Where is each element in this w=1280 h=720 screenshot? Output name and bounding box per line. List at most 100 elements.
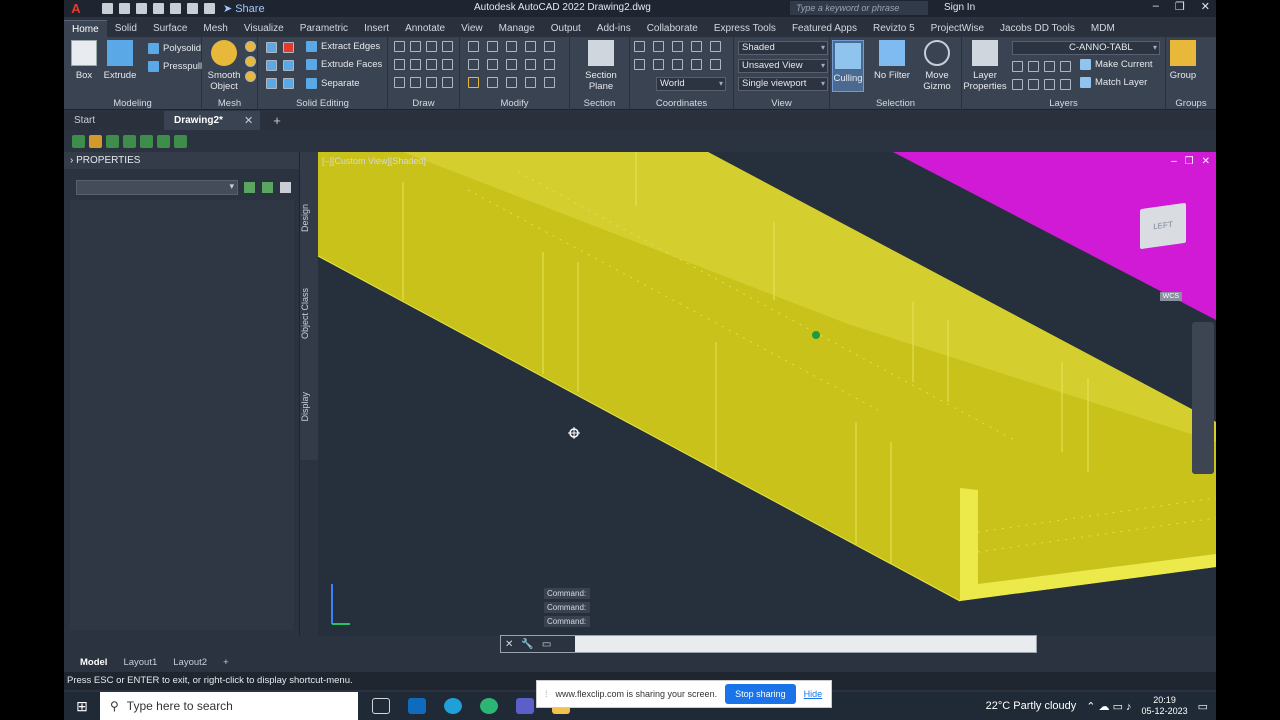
drawing-viewport[interactable]: [–][Custom View][Shaded] – ❐ ✕ LEFT WCS xyxy=(318,152,1216,636)
tab-layout2[interactable]: Layout2 xyxy=(173,657,207,668)
visual-style-combo[interactable]: Shaded xyxy=(738,41,828,55)
layer-tool-icon[interactable] xyxy=(1028,61,1039,72)
sign-in-button[interactable]: Sign In xyxy=(944,2,975,13)
redo-icon[interactable] xyxy=(204,3,215,14)
rotate-icon[interactable] xyxy=(487,41,498,52)
panel-title-layers[interactable]: Layers xyxy=(962,98,1165,109)
group-button[interactable]: Group xyxy=(1168,40,1198,81)
add-layout-icon[interactable]: + xyxy=(223,657,229,668)
tab-visualize[interactable]: Visualize xyxy=(236,20,292,37)
erase-icon[interactable] xyxy=(506,77,517,88)
intersect-icon[interactable] xyxy=(266,60,277,71)
mesh-tool-icon[interactable] xyxy=(245,56,256,67)
weather-widget[interactable]: 22°C Partly cloudy xyxy=(986,700,1077,712)
ucs-icon[interactable] xyxy=(691,59,702,70)
tab-mdm[interactable]: MDM xyxy=(1083,20,1123,37)
panel-title-modeling[interactable]: Modeling xyxy=(64,98,201,109)
make-current-button[interactable]: Make Current xyxy=(1080,59,1153,70)
box-button[interactable]: Box xyxy=(64,40,104,81)
panel-title-selection[interactable]: Selection xyxy=(830,98,961,109)
viewcube[interactable]: LEFT xyxy=(1140,202,1186,250)
ucs-icon[interactable] xyxy=(634,59,645,70)
tab-home[interactable]: Home xyxy=(64,20,107,37)
culling-button[interactable]: Culling xyxy=(832,40,864,92)
tab-projectwise[interactable]: ProjectWise xyxy=(923,20,992,37)
tab-express-tools[interactable]: Express Tools xyxy=(706,20,784,37)
ucs-icon[interactable] xyxy=(672,59,683,70)
new-tab-icon[interactable]: + xyxy=(273,113,281,128)
restore-icon[interactable]: ❐ xyxy=(1175,0,1185,13)
move-gizmo-button[interactable]: Move Gizmo xyxy=(916,40,958,92)
ray-icon[interactable] xyxy=(410,59,421,70)
circle-icon[interactable] xyxy=(426,41,437,52)
layer-properties-button[interactable]: Layer Properties xyxy=(962,40,1008,92)
ucs-icon[interactable] xyxy=(653,59,664,70)
close-cmd-icon[interactable]: ✕ xyxy=(505,639,513,650)
panel-title-coordinates[interactable]: Coordinates xyxy=(630,98,733,109)
separate-button[interactable]: Separate xyxy=(306,78,360,89)
mesh-tool-icon[interactable] xyxy=(245,41,256,52)
saveas-icon[interactable] xyxy=(153,3,164,14)
presspull-button[interactable]: Presspull xyxy=(148,61,202,72)
taskbar-search[interactable]: ⚲ Type here to search xyxy=(100,692,358,720)
panel-title-groups[interactable]: Groups xyxy=(1166,98,1216,109)
offset-icon[interactable] xyxy=(468,77,479,88)
ucs-combo[interactable]: World xyxy=(656,77,726,91)
tab-surface[interactable]: Surface xyxy=(145,20,195,37)
move-icon[interactable] xyxy=(506,41,517,52)
extrude-faces-button[interactable]: Extrude Faces xyxy=(306,59,382,70)
panel-title-modify[interactable]: Modify xyxy=(460,98,569,109)
stop-sharing-button[interactable]: Stop sharing xyxy=(725,684,796,704)
mesh-tool-icon[interactable] xyxy=(245,71,256,82)
tab-revizto[interactable]: Revizto 5 xyxy=(865,20,923,37)
viewport-controls-label[interactable]: [–][Custom View][Shaded] xyxy=(322,156,426,166)
open-icon[interactable] xyxy=(119,3,130,14)
collapse-icon[interactable]: › xyxy=(70,155,73,166)
share-button[interactable]: ➤ Share xyxy=(223,2,265,16)
hide-share-bar-link[interactable]: Hide xyxy=(804,689,823,699)
tab-manage[interactable]: Manage xyxy=(491,20,543,37)
chrome-icon[interactable] xyxy=(480,698,498,714)
customize-icon[interactable]: 🔧 xyxy=(521,639,533,650)
polyline-icon[interactable] xyxy=(410,41,421,52)
ucs-icon[interactable] xyxy=(672,41,683,52)
toolbar-icon[interactable] xyxy=(72,134,85,148)
wcs-menu[interactable]: WCS xyxy=(1159,292,1182,301)
toggle-pickadd-icon[interactable] xyxy=(244,182,255,193)
quick-select-icon[interactable] xyxy=(280,182,291,193)
tab-featured-apps[interactable]: Featured Apps xyxy=(784,20,865,37)
save-icon[interactable] xyxy=(136,3,147,14)
boundary-icon[interactable] xyxy=(442,77,453,88)
extrude-button[interactable]: Extrude xyxy=(100,40,140,81)
array-icon[interactable] xyxy=(487,59,498,70)
minimize-icon[interactable]: – xyxy=(1153,0,1159,13)
union-icon[interactable] xyxy=(266,42,277,53)
windows-start-icon[interactable]: ⊞ xyxy=(64,698,100,715)
tab-annotate[interactable]: Annotate xyxy=(397,20,453,37)
notifications-icon[interactable]: ▭ xyxy=(1198,700,1208,713)
properties-header[interactable]: › PROPERTIES xyxy=(64,152,299,169)
select-objects-icon[interactable] xyxy=(262,182,273,193)
tab-addins[interactable]: Add-ins xyxy=(589,20,639,37)
chamfer-icon[interactable] xyxy=(544,59,555,70)
command-input[interactable] xyxy=(575,637,1036,651)
plot-icon[interactable] xyxy=(170,3,181,14)
tab-collaborate[interactable]: Collaborate xyxy=(639,20,706,37)
edge-icon[interactable] xyxy=(444,698,462,714)
slice-icon[interactable] xyxy=(266,78,277,89)
new-icon[interactable] xyxy=(102,3,113,14)
break-icon[interactable] xyxy=(544,77,555,88)
vtab-display[interactable]: Display xyxy=(300,392,318,422)
navigation-bar[interactable] xyxy=(1192,322,1214,474)
vtab-design[interactable]: Design xyxy=(300,204,318,232)
trim-icon[interactable] xyxy=(525,41,536,52)
tab-jacobs-dd-tools[interactable]: Jacobs DD Tools xyxy=(992,20,1083,37)
vp-minimize-icon[interactable]: – xyxy=(1171,156,1177,167)
file-tab-start[interactable]: Start xyxy=(64,111,164,130)
hatch-icon[interactable] xyxy=(442,59,453,70)
panel-title-section[interactable]: Section xyxy=(570,98,629,109)
spline-icon[interactable] xyxy=(394,59,405,70)
smooth-object-button[interactable]: Smooth Object xyxy=(204,40,244,92)
teams-icon[interactable] xyxy=(516,698,534,714)
thicken-icon[interactable] xyxy=(283,78,294,89)
